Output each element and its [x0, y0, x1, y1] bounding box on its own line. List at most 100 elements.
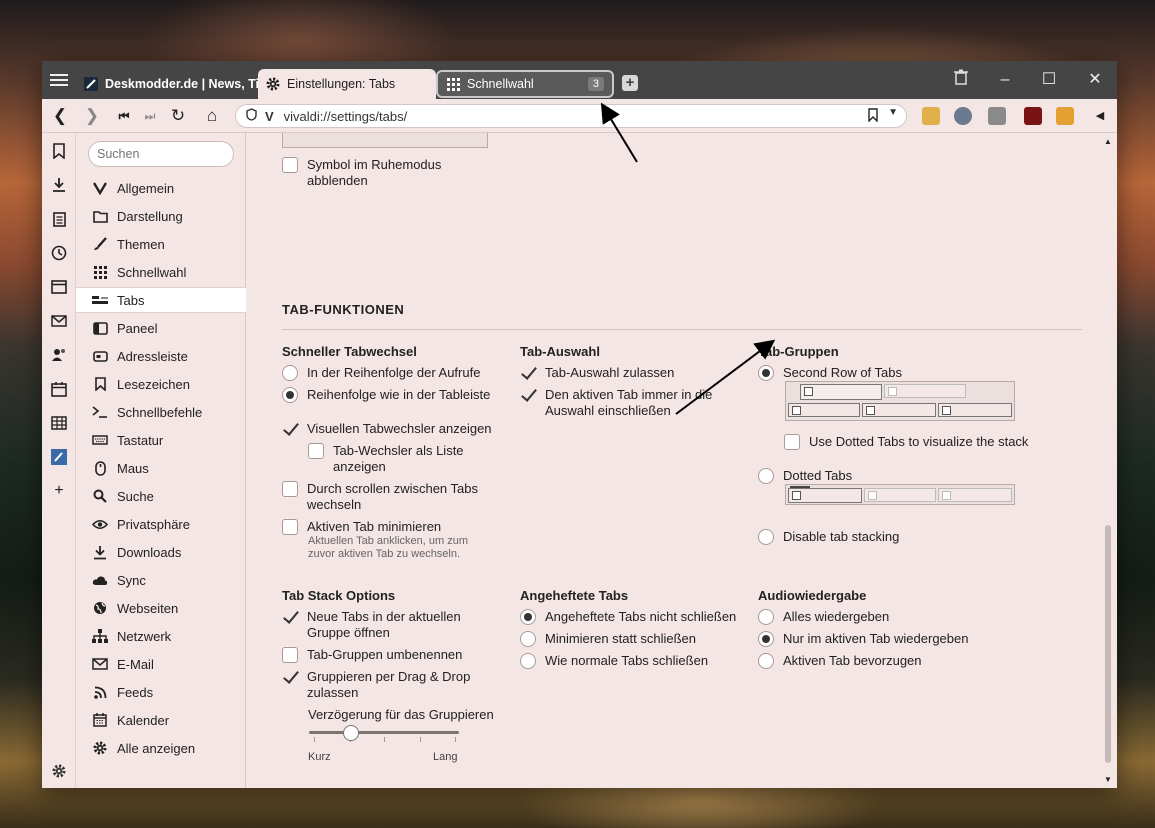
ublock-icon[interactable]	[1024, 107, 1042, 125]
trash-icon[interactable]	[950, 69, 972, 91]
sidebar-item-tabs[interactable]: Tabs	[76, 287, 246, 313]
scroll-switch-checkbox[interactable]	[282, 481, 298, 497]
disable-stacking-radio[interactable]	[758, 529, 774, 545]
history-panel-icon[interactable]	[51, 245, 67, 261]
sidebar-item-darstellung[interactable]: Darstellung	[76, 203, 246, 229]
sidebar-item-suche[interactable]: Suche	[76, 483, 246, 509]
sidebar-item-themen[interactable]: Themen	[76, 231, 246, 257]
sidebar-item-paneel[interactable]: Paneel	[76, 315, 246, 341]
pinned-no-close-label: Angeheftete Tabs nicht schließen	[545, 609, 737, 624]
pinned-minimize-radio[interactable]	[520, 631, 536, 647]
shield-icon[interactable]	[246, 108, 257, 124]
maximize-button[interactable]: ☐	[1038, 69, 1060, 91]
dotted-tabs-radio[interactable]	[758, 468, 774, 484]
switch-order-tabbar-radio[interactable]	[282, 387, 298, 403]
delay-max-label: Lang	[433, 751, 458, 763]
close-button[interactable]: ✕	[1084, 69, 1106, 91]
minimize-active-checkbox[interactable]	[282, 519, 298, 535]
second-row-radio[interactable]	[758, 365, 774, 381]
reload-button[interactable]: ↻	[168, 106, 188, 126]
pinned-no-close-radio[interactable]	[520, 609, 536, 625]
command-icon	[92, 404, 108, 420]
sidebar-item-feeds[interactable]: Feeds	[76, 679, 246, 705]
audio-all-radio[interactable]	[758, 609, 774, 625]
sidebar-item-allgemein[interactable]: Allgemein	[76, 175, 246, 201]
mail-panel-icon[interactable]	[51, 313, 67, 329]
disable-stacking-label: Disable tab stacking	[783, 529, 900, 544]
content-scrollbar[interactable]: ▲ ▼	[1100, 133, 1117, 788]
network-icon	[92, 628, 108, 644]
sidebar-item-kalender[interactable]: Kalender	[76, 707, 246, 733]
chevron-down-icon[interactable]: ▼	[888, 107, 898, 118]
sidebar-item-webseiten[interactable]: Webseiten	[76, 595, 246, 621]
extension-icon-3[interactable]	[988, 107, 1006, 125]
extension-icon-2[interactable]	[954, 107, 972, 125]
web-panel-icon[interactable]	[51, 449, 67, 465]
drag-drop-checkbox[interactable]	[282, 669, 298, 685]
tab-stack-count: 3	[587, 77, 604, 91]
bookmark-icon[interactable]	[868, 108, 878, 125]
sidebar-item-netzwerk[interactable]: Netzwerk	[76, 623, 246, 649]
open-in-group-checkbox[interactable]	[282, 609, 298, 625]
pen-icon	[84, 77, 98, 91]
panel-toggle-icon[interactable]: ◀	[1090, 106, 1110, 126]
sidebar-item-sync[interactable]: Sync	[76, 567, 246, 593]
rename-groups-checkbox[interactable]	[282, 647, 298, 663]
sidebar-item-lesezeichen[interactable]: Lesezeichen	[76, 371, 246, 397]
feeds-panel-icon[interactable]	[51, 415, 67, 431]
minimize-button[interactable]: –	[994, 69, 1016, 91]
sidebar-item-privatsphäre[interactable]: Privatsphäre	[76, 511, 246, 537]
tab-settings[interactable]: Einstellungen: Tabs	[258, 69, 436, 99]
scroll-down-icon[interactable]: ▼	[1104, 775, 1112, 784]
calendar-panel-icon[interactable]	[51, 381, 67, 397]
add-panel-icon[interactable]: +	[51, 482, 67, 499]
window-panel-icon[interactable]	[51, 279, 67, 295]
sidebar-item-maus[interactable]: Maus	[76, 455, 246, 481]
scroll-thumb[interactable]	[1105, 525, 1111, 763]
sidebar-item-downloads[interactable]: Downloads	[76, 539, 246, 565]
sidebar-item-tastatur[interactable]: Tastatur	[76, 427, 246, 453]
audio-prefer-active-radio[interactable]	[758, 653, 774, 669]
dotted-visualize-checkbox[interactable]	[784, 434, 800, 450]
sidebar-item-schnellbefehle[interactable]: Schnellbefehle	[76, 399, 246, 425]
sidebar-item-label: Suche	[117, 488, 154, 504]
sidebar-item-alle-anzeigen[interactable]: Alle anzeigen	[76, 735, 246, 761]
back-button[interactable]: ❮	[50, 106, 70, 126]
hibernate-icon-label: Symbol im Ruhemodus abblenden	[307, 157, 442, 188]
allow-tab-select-checkbox[interactable]	[520, 365, 536, 381]
menu-button[interactable]	[50, 71, 68, 89]
address-bar-icon	[92, 348, 108, 364]
contacts-panel-icon[interactable]	[51, 347, 67, 363]
tab-schnellwahl[interactable]: Schnellwahl 3	[436, 70, 614, 98]
settings-search-input[interactable]	[88, 141, 234, 167]
url-field[interactable]: V vivaldi://settings/tabs/ ▼	[235, 104, 907, 128]
downloads-panel-icon[interactable]	[51, 177, 67, 193]
fast-forward-button[interactable]: ⏭	[140, 106, 160, 126]
switch-order-recent-radio[interactable]	[282, 365, 298, 381]
hibernate-icon-checkbox[interactable]	[282, 157, 298, 173]
extension-icon-5[interactable]	[1056, 107, 1074, 125]
new-tab-button[interactable]: +	[622, 75, 638, 91]
sidebar-item-e-mail[interactable]: E-Mail	[76, 651, 246, 677]
scroll-up-icon[interactable]: ▲	[1104, 137, 1112, 146]
visual-switcher-checkbox[interactable]	[282, 421, 298, 437]
delay-slider-track[interactable]	[309, 731, 459, 734]
extension-icon-1[interactable]	[922, 107, 940, 125]
sidebar-item-label: Tastatur	[117, 432, 164, 448]
settings-gear-icon[interactable]	[51, 763, 67, 779]
pinned-close-normal-radio[interactable]	[520, 653, 536, 669]
sidebar-item-label: Maus	[117, 460, 149, 476]
audio-heading: Audiowiedergabe	[758, 588, 867, 603]
switcher-as-list-checkbox[interactable]	[308, 443, 324, 459]
rewind-button[interactable]: ⏮	[114, 106, 134, 126]
include-active-checkbox[interactable]	[520, 387, 536, 403]
notes-panel-icon[interactable]	[51, 211, 67, 227]
audio-active-only-radio[interactable]	[758, 631, 774, 647]
sidebar-item-schnellwahl[interactable]: Schnellwahl	[76, 259, 246, 285]
sidebar-item-adressleiste[interactable]: Adressleiste	[76, 343, 246, 369]
forward-button[interactable]: ❯	[82, 106, 102, 126]
calendar-icon	[92, 712, 108, 728]
home-button[interactable]: ⌂	[202, 106, 222, 126]
bookmarks-panel-icon[interactable]	[51, 143, 67, 159]
delay-slider-thumb[interactable]	[343, 725, 359, 741]
